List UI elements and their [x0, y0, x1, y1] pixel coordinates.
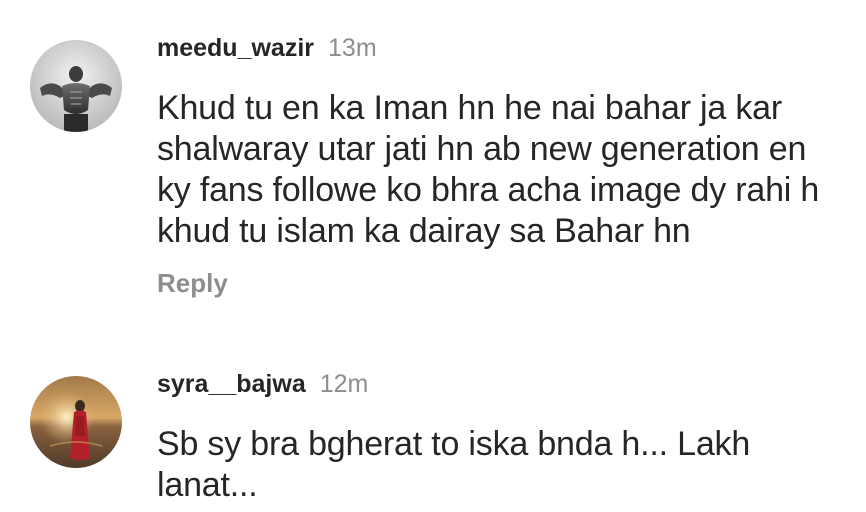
comment-text: Khud tu en ka Iman hn he nai bahar ja ka… [157, 88, 857, 252]
user-avatar[interactable] [30, 376, 122, 468]
comment-text-line: Khud tu en ka Iman hn he nai bahar ja ka… [157, 89, 783, 127]
woman-sunset-avatar-icon [30, 376, 122, 468]
username-link[interactable]: syra__bajwa [157, 370, 306, 398]
comment-text-line: lanat... [157, 466, 258, 504]
comment-text-line: khud tu islam ka dairay sa Bahar hn [157, 212, 691, 250]
comment-text-line: shalwaray utar jati hn ab new generation… [157, 130, 807, 168]
comment-timestamp: 13m [328, 34, 377, 62]
flexing-man-avatar-icon [30, 40, 122, 132]
comment-meta: meedu_wazir 13m [157, 34, 377, 63]
comment-text-line: Sb sy bra bgherat to iska bnda h... Lakh [157, 425, 751, 463]
username-link[interactable]: meedu_wazir [157, 34, 314, 62]
user-avatar[interactable] [30, 40, 122, 132]
comment-item: meedu_wazir 13m Khud tu en ka Iman hn he … [0, 0, 866, 330]
comment-timestamp: 12m [319, 370, 369, 398]
comment-text: Sb sy bra bgherat to iska bnda h... Lakh… [157, 424, 857, 506]
comment-item: syra__bajwa 12m Sb sy bra bgherat to iska… [0, 330, 866, 512]
comment-text-line: ky fans followe ko bhra acha image dy ra… [157, 171, 820, 209]
comment-meta: syra__bajwa 12m [157, 370, 368, 399]
reply-button[interactable]: Reply [157, 268, 228, 299]
